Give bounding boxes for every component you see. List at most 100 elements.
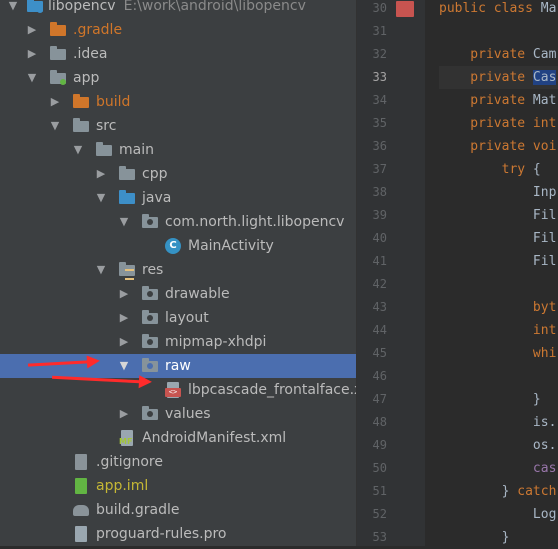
tree-item-values[interactable]: ▶ values xyxy=(0,402,356,426)
line-number: 46 xyxy=(372,369,387,383)
tree-item-label: main xyxy=(119,142,154,158)
tree-item-app[interactable]: ▼ app xyxy=(0,66,356,90)
tree-item-lbpcascade-xml[interactable]: <> lbpcascade_frontalface.xml xyxy=(0,378,356,402)
tree-item-idea[interactable]: ▶ .idea xyxy=(0,42,356,66)
tree-item-app-iml[interactable]: app.iml xyxy=(0,474,356,498)
code-line[interactable]: private int xyxy=(439,112,558,135)
code-line[interactable]: private Cam xyxy=(439,43,558,66)
code-line[interactable]: byt xyxy=(439,296,558,319)
code-token: } xyxy=(439,530,510,545)
chevron-right-icon[interactable]: ▶ xyxy=(48,90,62,114)
tree-item-res[interactable]: ▼ res xyxy=(0,258,356,282)
chevron-down-icon[interactable]: ▼ xyxy=(117,354,131,378)
tree-item-src[interactable]: ▼ src xyxy=(0,114,356,138)
code-line[interactable]: cas xyxy=(439,457,558,480)
code-line[interactable]: public class Ma xyxy=(439,0,558,20)
chevron-right-icon[interactable]: ▶ xyxy=(117,402,131,426)
code-line[interactable]: Fil xyxy=(439,204,558,227)
chevron-right-icon[interactable]: ▶ xyxy=(117,306,131,330)
code-token: private xyxy=(439,139,533,154)
code-token: public class xyxy=(439,1,541,16)
iml-file-icon xyxy=(73,478,89,494)
manifest-file-icon: MF xyxy=(119,430,135,446)
tree-item-label: build.gradle xyxy=(96,502,180,518)
chevron-down-icon[interactable]: ▼ xyxy=(71,138,85,162)
line-number: 30 xyxy=(372,1,387,15)
gradle-icon xyxy=(73,502,89,518)
code-token: whi xyxy=(439,346,557,361)
class-icon: C xyxy=(165,238,181,254)
code-line[interactable]: } xyxy=(439,388,558,411)
code-line[interactable]: whi xyxy=(439,342,558,365)
tree-item-build[interactable]: ▶ build xyxy=(0,90,356,114)
code-line[interactable]: try { xyxy=(439,158,558,181)
folder-icon xyxy=(142,406,158,422)
tree-item-libopencv[interactable]: ▼ libopencv E:\work\android\libopencv xyxy=(0,0,356,18)
tree-item-gitignore[interactable]: .gitignore xyxy=(0,450,356,474)
tree-item-label: libopencv xyxy=(48,0,116,14)
chevron-right-icon[interactable]: ▶ xyxy=(25,18,39,42)
code-line[interactable]: int xyxy=(439,319,558,342)
tree-item-androidmanifest[interactable]: MF AndroidManifest.xml xyxy=(0,426,356,450)
line-number: 36 xyxy=(372,139,387,153)
tree-item-mainactivity[interactable]: C MainActivity xyxy=(0,234,356,258)
tree-item-gradle-dir[interactable]: ▶ .gradle xyxy=(0,18,356,42)
chevron-down-icon[interactable]: ▼ xyxy=(25,66,39,90)
code-line[interactable]: Fil xyxy=(439,250,558,273)
code-editor[interactable]: public class Ma private Cam private Cas … xyxy=(425,0,558,546)
chevron-right-icon[interactable]: ▶ xyxy=(94,162,108,186)
tree-item-label: mipmap-xhdpi xyxy=(165,334,267,350)
tree-item-cpp[interactable]: ▶ cpp xyxy=(0,162,356,186)
code-token: Fil xyxy=(439,208,557,223)
code-line[interactable]: Fil xyxy=(439,227,558,250)
chevron-right-icon[interactable]: ▶ xyxy=(117,282,131,306)
line-number: 52 xyxy=(372,507,387,521)
folder-icon xyxy=(96,142,112,158)
tree-item-java[interactable]: ▼ java xyxy=(0,186,356,210)
tree-item-label: proguard-rules.pro xyxy=(96,526,227,542)
code-line[interactable] xyxy=(439,365,558,388)
tree-item-raw[interactable]: ▼ raw xyxy=(0,354,356,378)
line-number: 34 xyxy=(372,93,387,107)
tree-item-proguard[interactable]: proguard-rules.pro xyxy=(0,522,356,546)
source-folder-icon xyxy=(119,190,135,206)
xml-file-gutter-icon[interactable] xyxy=(396,1,414,17)
folder-icon xyxy=(142,310,158,326)
chevron-down-icon[interactable]: ▼ xyxy=(48,114,62,138)
code-line[interactable] xyxy=(439,273,558,296)
code-token: byt xyxy=(439,300,557,315)
chevron-down-icon[interactable]: ▼ xyxy=(6,0,20,18)
code-line[interactable]: } catch xyxy=(439,480,558,503)
code-line[interactable]: Log xyxy=(439,503,558,526)
code-line[interactable]: private Mat xyxy=(439,89,558,112)
code-token: int xyxy=(439,323,557,338)
code-token: Mat xyxy=(532,93,557,108)
chevron-right-icon[interactable]: ▶ xyxy=(25,42,39,66)
line-number: 31 xyxy=(372,24,387,38)
tree-item-layout[interactable]: ▶ layout xyxy=(0,306,356,330)
chevron-down-icon[interactable]: ▼ xyxy=(94,186,108,210)
code-line[interactable]: is. xyxy=(439,411,558,434)
chevron-down-icon[interactable]: ▼ xyxy=(94,258,108,282)
code-line[interactable]: private Cas xyxy=(439,66,558,89)
tree-item-label: .gradle xyxy=(73,22,123,38)
tree-item-drawable[interactable]: ▶ drawable xyxy=(0,282,356,306)
folder-icon xyxy=(119,166,135,182)
chevron-right-icon[interactable]: ▶ xyxy=(117,330,131,354)
code-line[interactable]: private voi xyxy=(439,135,558,158)
folder-icon xyxy=(73,118,89,134)
code-line[interactable]: os. xyxy=(439,434,558,457)
tree-item-label: values xyxy=(165,406,211,422)
chevron-down-icon[interactable]: ▼ xyxy=(117,210,131,234)
line-number: 35 xyxy=(372,116,387,130)
line-number: 41 xyxy=(372,254,387,268)
code-line[interactable] xyxy=(439,20,558,43)
tree-item-package[interactable]: ▼ com.north.light.libopencv xyxy=(0,210,356,234)
code-line[interactable]: Inp xyxy=(439,181,558,204)
code-line[interactable]: } xyxy=(439,526,558,546)
line-number: 49 xyxy=(372,438,387,452)
tree-item-mipmap-xhdpi[interactable]: ▶ mipmap-xhdpi xyxy=(0,330,356,354)
tree-item-build-gradle[interactable]: build.gradle xyxy=(0,498,356,522)
line-number: 39 xyxy=(372,208,387,222)
tree-item-main[interactable]: ▼ main xyxy=(0,138,356,162)
